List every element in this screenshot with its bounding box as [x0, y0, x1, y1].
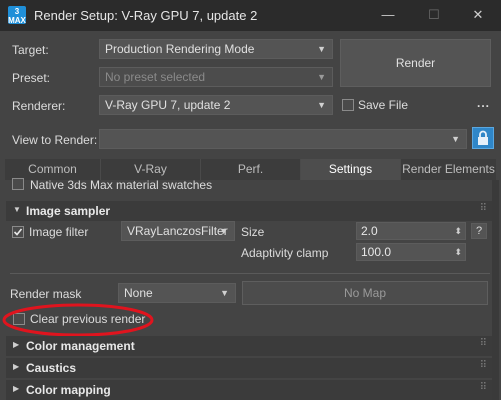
target-dropdown[interactable]: Production Rendering Mode ▼	[99, 39, 333, 59]
image-filter-checkbox[interactable]	[12, 226, 24, 238]
rollout-color-management-title: Color management	[26, 339, 135, 353]
rollout-caustics-title: Caustics	[26, 361, 77, 375]
maximize-button[interactable]: ☐	[411, 0, 457, 31]
collapse-triangle-icon: ▼	[13, 205, 21, 214]
drag-grip-icon: ⠿	[479, 203, 487, 214]
rollout-color-mapping-header[interactable]: ▶ Color mapping ⠿	[6, 380, 496, 400]
panel-scrollbar[interactable]	[492, 180, 499, 400]
native-swatches-label: Native 3ds Max material swatches	[30, 178, 213, 192]
separator	[10, 273, 490, 274]
image-filter-label: Image filter	[29, 225, 89, 239]
chevron-down-icon: ▼	[220, 288, 229, 298]
drag-grip-icon: ⠿	[479, 338, 487, 349]
rollout-color-management-header[interactable]: ▶ Color management ⠿	[6, 336, 496, 356]
target-label: Target:	[12, 43, 49, 57]
target-value: Production Rendering Mode	[105, 42, 255, 56]
drag-grip-icon: ⠿	[479, 382, 487, 393]
preset-dropdown[interactable]: No preset selected ▼	[99, 67, 333, 87]
window-title: Render Setup: V-Ray GPU 7, update 2	[34, 8, 258, 23]
lock-view-button[interactable]	[472, 127, 494, 149]
filter-help-button[interactable]: ?	[471, 223, 487, 239]
adaptivity-clamp-label: Adaptivity clamp	[241, 246, 329, 260]
size-value: 2.0	[361, 224, 378, 238]
renderer-value: V-Ray GPU 7, update 2	[105, 98, 231, 112]
no-map-button[interactable]: No Map	[242, 281, 488, 305]
view-to-render-dropdown[interactable]: ▼	[99, 129, 467, 149]
tab-perf[interactable]: Perf.	[201, 159, 301, 180]
rollout-image-sampler-title: Image sampler	[26, 204, 111, 218]
spinner-arrows-icon[interactable]: ⬍	[454, 244, 462, 260]
drag-grip-icon: ⠿	[479, 360, 487, 371]
preset-value: No preset selected	[105, 70, 206, 84]
tab-settings[interactable]: Settings	[301, 159, 401, 180]
minimize-button[interactable]: —	[365, 0, 411, 31]
expand-triangle-icon: ▶	[13, 362, 20, 371]
lock-icon	[478, 130, 488, 145]
tab-vray[interactable]: V-Ray	[101, 159, 201, 180]
tab-common[interactable]: Common	[5, 159, 101, 180]
more-options-button[interactable]: ...	[477, 96, 490, 110]
native-swatches-row: Native 3ds Max material swatches	[6, 178, 492, 196]
renderer-dropdown[interactable]: V-Ray GPU 7, update 2 ▼	[99, 95, 333, 115]
chevron-down-icon: ▼	[451, 134, 460, 144]
image-filter-dropdown[interactable]: VRayLanczosFilter ▼	[121, 221, 235, 241]
tab-render-elements[interactable]: Render Elements	[401, 159, 496, 180]
render-mask-value: None	[124, 286, 153, 300]
save-file-checkbox[interactable]	[342, 99, 354, 111]
checkmark-icon	[13, 228, 23, 236]
render-button[interactable]: Render	[340, 39, 491, 87]
3dsmax-app-icon: 3 MAX	[8, 6, 26, 25]
spinner-arrows-icon[interactable]: ⬍	[454, 223, 462, 239]
chevron-down-icon: ▼	[317, 72, 326, 82]
adaptivity-clamp-spinner[interactable]: 100.0 ⬍	[356, 243, 466, 261]
close-button[interactable]: ✕	[455, 0, 501, 31]
chevron-down-icon: ▼	[317, 100, 326, 110]
adaptivity-clamp-value: 100.0	[361, 245, 392, 259]
title-bar: 3 MAX Render Setup: V-Ray GPU 7, update 2…	[0, 0, 501, 31]
size-spinner[interactable]: 2.0 ⬍	[356, 222, 466, 240]
size-label: Size	[241, 225, 265, 239]
view-to-render-label: View to Render:	[12, 133, 98, 147]
expand-triangle-icon: ▶	[13, 340, 20, 349]
preset-label: Preset:	[12, 71, 51, 85]
rollout-caustics-header[interactable]: ▶ Caustics ⠿	[6, 358, 496, 378]
chevron-down-icon: ▼	[219, 226, 228, 236]
render-mask-label: Render mask	[10, 287, 82, 301]
rollout-color-mapping-title: Color mapping	[26, 383, 111, 397]
renderer-label: Renderer:	[12, 99, 66, 113]
native-swatches-checkbox[interactable]	[12, 178, 24, 190]
save-file-label: Save File	[358, 98, 409, 112]
rollout-image-sampler-header[interactable]: ▼ Image sampler ⠿	[6, 201, 496, 221]
chevron-down-icon: ▼	[317, 44, 326, 54]
tab-bar: Common V-Ray Perf. Settings Render Eleme…	[5, 159, 496, 180]
image-filter-value: VRayLanczosFilter	[127, 224, 228, 238]
expand-triangle-icon: ▶	[13, 384, 20, 393]
